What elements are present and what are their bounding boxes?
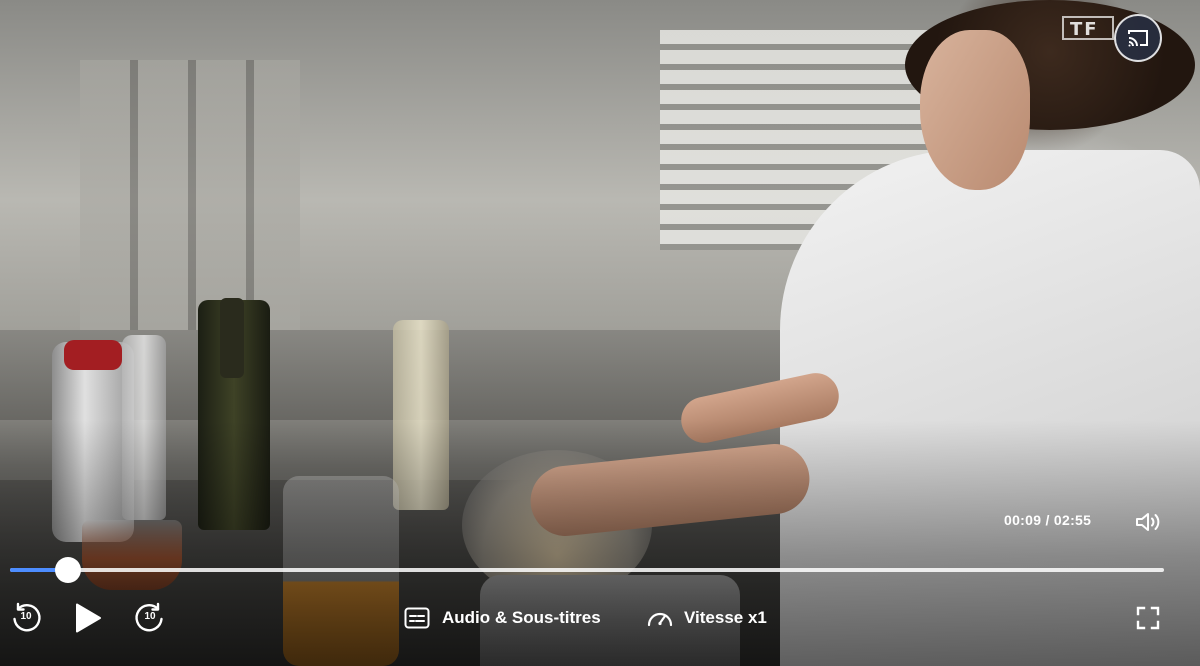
- progress-handle[interactable]: [54, 557, 81, 583]
- background-window: [80, 60, 300, 330]
- chef-face: [920, 30, 1030, 190]
- subtitles-icon: [404, 607, 430, 629]
- total-duration: 02:55: [1053, 512, 1092, 528]
- play-button[interactable]: [72, 602, 104, 634]
- current-time: 00:09: [1004, 512, 1042, 528]
- audio-subtitles-label: Audio & Sous-titres: [442, 608, 601, 627]
- video-player[interactable]: TF 00:09 / 02:55 10 10 Audio & Sous-titr…: [0, 0, 1200, 666]
- channel-logo: TF: [1062, 16, 1114, 40]
- cream-siphon-cap: [64, 340, 122, 370]
- forward-10-button[interactable]: 10: [132, 600, 168, 636]
- speed-gauge-icon: [646, 607, 674, 629]
- forward-10-icon: 10: [133, 601, 167, 635]
- forward-seconds-label: 10: [144, 611, 156, 622]
- replay-10-icon: 10: [9, 601, 43, 635]
- progress-bar[interactable]: [10, 557, 1164, 583]
- rewind-seconds-label: 10: [20, 611, 32, 622]
- fullscreen-icon: [1136, 606, 1160, 630]
- time-separator: /: [1041, 512, 1054, 528]
- speed-label: Vitesse x1: [684, 608, 767, 627]
- cast-button[interactable]: [1114, 14, 1162, 62]
- volume-icon: [1134, 510, 1162, 534]
- speed-button[interactable]: Vitesse x1: [642, 604, 782, 632]
- play-icon: [74, 602, 102, 634]
- time-display: 00:09 / 02:55: [1004, 512, 1091, 528]
- rewind-10-button[interactable]: 10: [8, 600, 44, 636]
- audio-subtitles-button[interactable]: Audio & Sous-titres: [400, 604, 622, 632]
- volume-button[interactable]: [1134, 510, 1162, 534]
- wine-bottle-neck: [220, 298, 244, 378]
- fullscreen-button[interactable]: [1134, 604, 1162, 632]
- cast-icon: [1126, 26, 1150, 50]
